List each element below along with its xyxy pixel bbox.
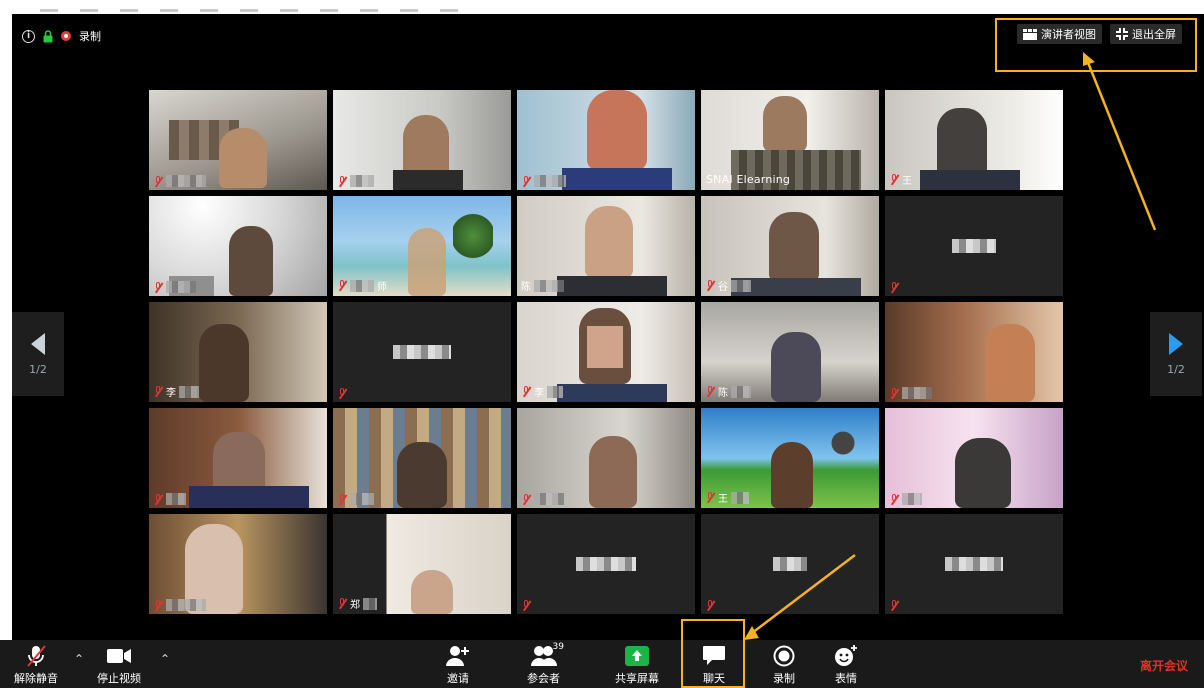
video-options-caret-icon[interactable]: ⌃ [160, 652, 170, 666]
participants-label: 参会者 [527, 672, 560, 685]
participants-button[interactable]: 39 参会者 [527, 642, 564, 686]
audio-options-caret-icon[interactable]: ⌃ [74, 652, 84, 666]
share-screen-button[interactable]: 共享屏幕 [615, 644, 659, 686]
share-screen-icon [625, 646, 649, 666]
stop-video-label: 停止视频 [97, 672, 141, 685]
record-label: 录制 [773, 672, 795, 685]
reactions-label: 表情 [835, 672, 857, 685]
add-user-icon [446, 646, 469, 666]
stop-video-button[interactable]: 停止视频 [97, 644, 141, 686]
share-screen-label: 共享屏幕 [615, 672, 659, 685]
invite-button[interactable]: 邀请 [445, 644, 471, 686]
invite-label: 邀请 [447, 672, 469, 685]
emoji-reaction-icon [835, 645, 857, 666]
reactions-button[interactable]: 表情 [833, 644, 859, 686]
unmute-button[interactable]: 解除静音 [14, 644, 58, 686]
unmute-label: 解除静音 [14, 672, 58, 685]
meeting-toolbar: 解除静音 ⌃ 停止视频 ⌃ 邀请 39 参会者 共享屏幕 聊天 录制 表情 [0, 640, 1204, 688]
record-icon [773, 645, 795, 667]
muted-microphone-icon [27, 645, 46, 667]
video-camera-icon [107, 649, 131, 663]
participants-count: 39 [552, 642, 564, 652]
record-button[interactable]: 录制 [771, 644, 797, 686]
annotation-arrows [744, 52, 1157, 640]
annotation-highlight-chat [681, 619, 745, 688]
leave-meeting-button[interactable]: 离开会议 [1140, 657, 1188, 674]
